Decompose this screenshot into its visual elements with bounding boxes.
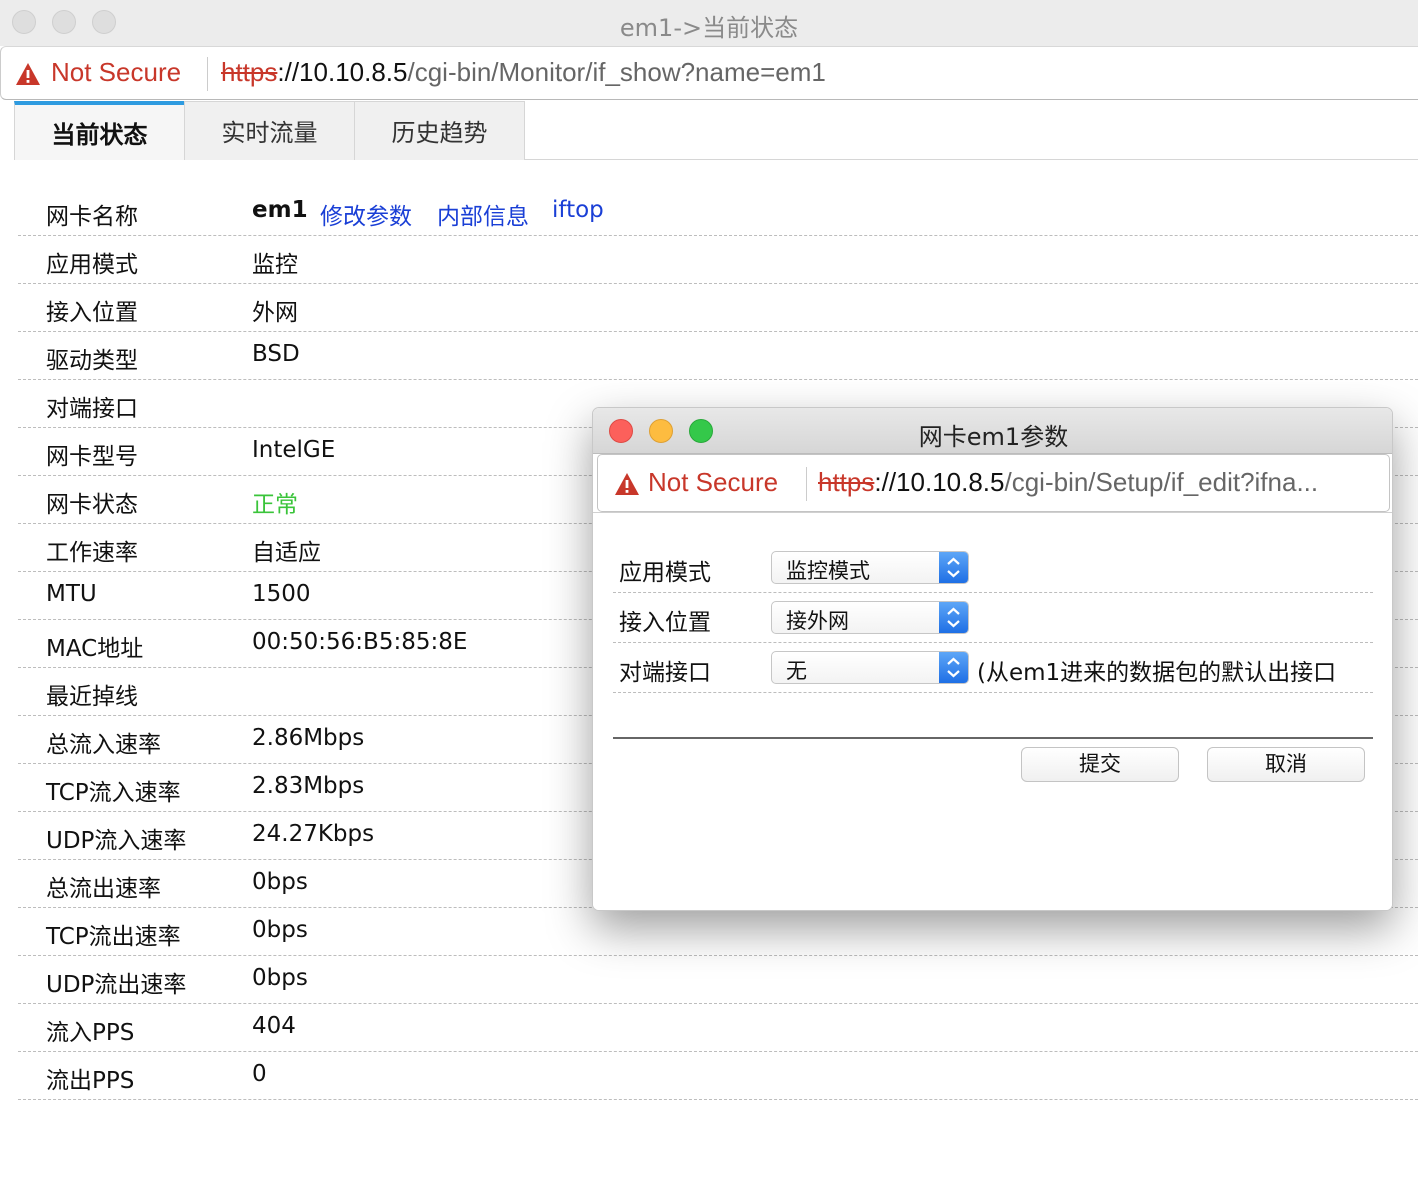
row-label: 对端接口: [46, 396, 138, 422]
field-label: 对端接口: [619, 660, 711, 686]
row-value: 2.86Mbps: [252, 725, 365, 751]
row-label: TCP流入速率: [46, 780, 181, 806]
form-row-mode: 应用模式 监控模式: [613, 543, 1373, 593]
popup-titlebar: 网卡em1参数: [593, 408, 1392, 454]
url-text[interactable]: https://10.10.8.5/cgi-bin/Monitor/if_sho…: [221, 57, 826, 88]
url-host: ://10.10.8.5: [277, 57, 408, 87]
row-value: 404: [252, 1013, 296, 1039]
row-value: IntelGE: [252, 437, 336, 463]
row-label: 网卡名称: [46, 204, 138, 230]
table-row: 应用模式 监控: [18, 236, 1418, 284]
row-label: MAC地址: [46, 636, 144, 662]
popup-form: 应用模式 监控模式 接入位置 接外网 对端接口 无 (从em1进来的数据包的默认…: [593, 512, 1392, 910]
row-value: 0bps: [252, 917, 308, 943]
row-value: 0bps: [252, 869, 308, 895]
row-label: 总流入速率: [46, 732, 161, 758]
row-label: 网卡型号: [46, 444, 138, 470]
select-value: 接外网: [786, 609, 849, 633]
tab-history-trend[interactable]: 历史趋势: [354, 101, 525, 160]
mode-select[interactable]: 监控模式: [771, 551, 969, 584]
nic-name-value: em1: [252, 197, 308, 223]
url-scheme: https: [818, 467, 875, 497]
row-value: 自适应: [252, 540, 321, 566]
row-value: 1500: [252, 581, 311, 607]
table-row: 驱动类型 BSD: [18, 332, 1418, 380]
form-divider: [613, 737, 1373, 739]
field-label: 接入位置: [619, 610, 711, 636]
cancel-button[interactable]: 取消: [1207, 747, 1365, 782]
warning-icon: [615, 473, 639, 495]
window-titlebar: em1->当前状态: [0, 0, 1418, 46]
edit-params-link[interactable]: 修改参数: [320, 197, 412, 231]
row-value: 0bps: [252, 965, 308, 991]
row-value: 外网: [252, 300, 298, 326]
table-row: 接入位置 外网: [18, 284, 1418, 332]
select-value: 监控模式: [786, 559, 870, 583]
row-label: 应用模式: [46, 252, 138, 278]
url-path: /cgi-bin/Setup/if_edit?ifna...: [1004, 467, 1319, 497]
position-select[interactable]: 接外网: [771, 601, 969, 634]
submit-button[interactable]: 提交: [1021, 747, 1179, 782]
row-label: TCP流出速率: [46, 924, 181, 950]
row-label: 接入位置: [46, 300, 138, 326]
row-label: 工作速率: [46, 540, 138, 566]
row-label: 总流出速率: [46, 876, 161, 902]
peer-interface-hint: (从em1进来的数据包的默认出接口: [977, 660, 1337, 686]
address-bar[interactable]: Not Secure https://10.10.8.5/cgi-bin/Mon…: [0, 46, 1418, 100]
row-label: 驱动类型: [46, 348, 138, 374]
row-label: MTU: [46, 581, 97, 607]
nic-params-popup: 网卡em1参数 Not Secure https://10.10.8.5/cgi…: [592, 407, 1393, 911]
row-value: 监控: [252, 252, 298, 278]
security-status[interactable]: Not Secure: [51, 57, 181, 88]
form-row-position: 接入位置 接外网: [613, 593, 1373, 643]
row-value: 00:50:56:B5:85:8E: [252, 629, 468, 655]
row-value: 24.27Kbps: [252, 821, 375, 847]
address-separator: [806, 467, 807, 501]
url-host: ://10.10.8.5: [874, 467, 1005, 497]
form-row-peer: 对端接口 无 (从em1进来的数据包的默认出接口: [613, 643, 1373, 693]
table-row: 流出PPS 0: [18, 1052, 1418, 1100]
row-label: UDP流入速率: [46, 828, 187, 854]
row-value: BSD: [252, 341, 300, 367]
updown-arrows-icon: [939, 602, 968, 633]
updown-arrows-icon: [939, 552, 968, 583]
address-separator: [207, 57, 208, 91]
row-label: 最近掉线: [46, 684, 138, 710]
row-label: UDP流出速率: [46, 972, 187, 998]
warning-icon: [16, 63, 40, 85]
url-scheme: https: [221, 57, 278, 87]
popup-title: 网卡em1参数: [918, 423, 1069, 451]
table-row: UDP流出速率 0bps: [18, 956, 1418, 1004]
popup-address-bar[interactable]: Not Secure https://10.10.8.5/cgi-bin/Set…: [597, 454, 1390, 512]
iftop-link[interactable]: iftop: [552, 197, 604, 223]
status-value: 正常: [252, 492, 298, 518]
row-label: 网卡状态: [46, 492, 138, 518]
table-row: TCP流出速率 0bps: [18, 908, 1418, 956]
tab-divider: [524, 159, 1418, 160]
updown-arrows-icon: [939, 652, 968, 683]
row-label: 流入PPS: [46, 1020, 135, 1046]
internal-info-link[interactable]: 内部信息: [437, 197, 529, 231]
peer-interface-select[interactable]: 无: [771, 651, 969, 684]
url-path: /cgi-bin/Monitor/if_show?name=em1: [407, 57, 826, 87]
row-value: 2.83Mbps: [252, 773, 365, 799]
row-value: 0: [252, 1061, 267, 1087]
select-value: 无: [786, 659, 807, 683]
row-label: 流出PPS: [46, 1068, 135, 1094]
popup-security-status[interactable]: Not Secure: [648, 467, 778, 498]
popup-url-text[interactable]: https://10.10.8.5/cgi-bin/Setup/if_edit?…: [818, 467, 1318, 498]
window-title: em1->当前状态: [619, 14, 799, 42]
table-row: 流入PPS 404: [18, 1004, 1418, 1052]
tab-current-status[interactable]: 当前状态: [14, 101, 185, 160]
tab-realtime-traffic[interactable]: 实时流量: [184, 101, 355, 160]
field-label: 应用模式: [619, 560, 711, 586]
table-row: 网卡名称 em1 修改参数 内部信息 iftop: [18, 188, 1418, 236]
